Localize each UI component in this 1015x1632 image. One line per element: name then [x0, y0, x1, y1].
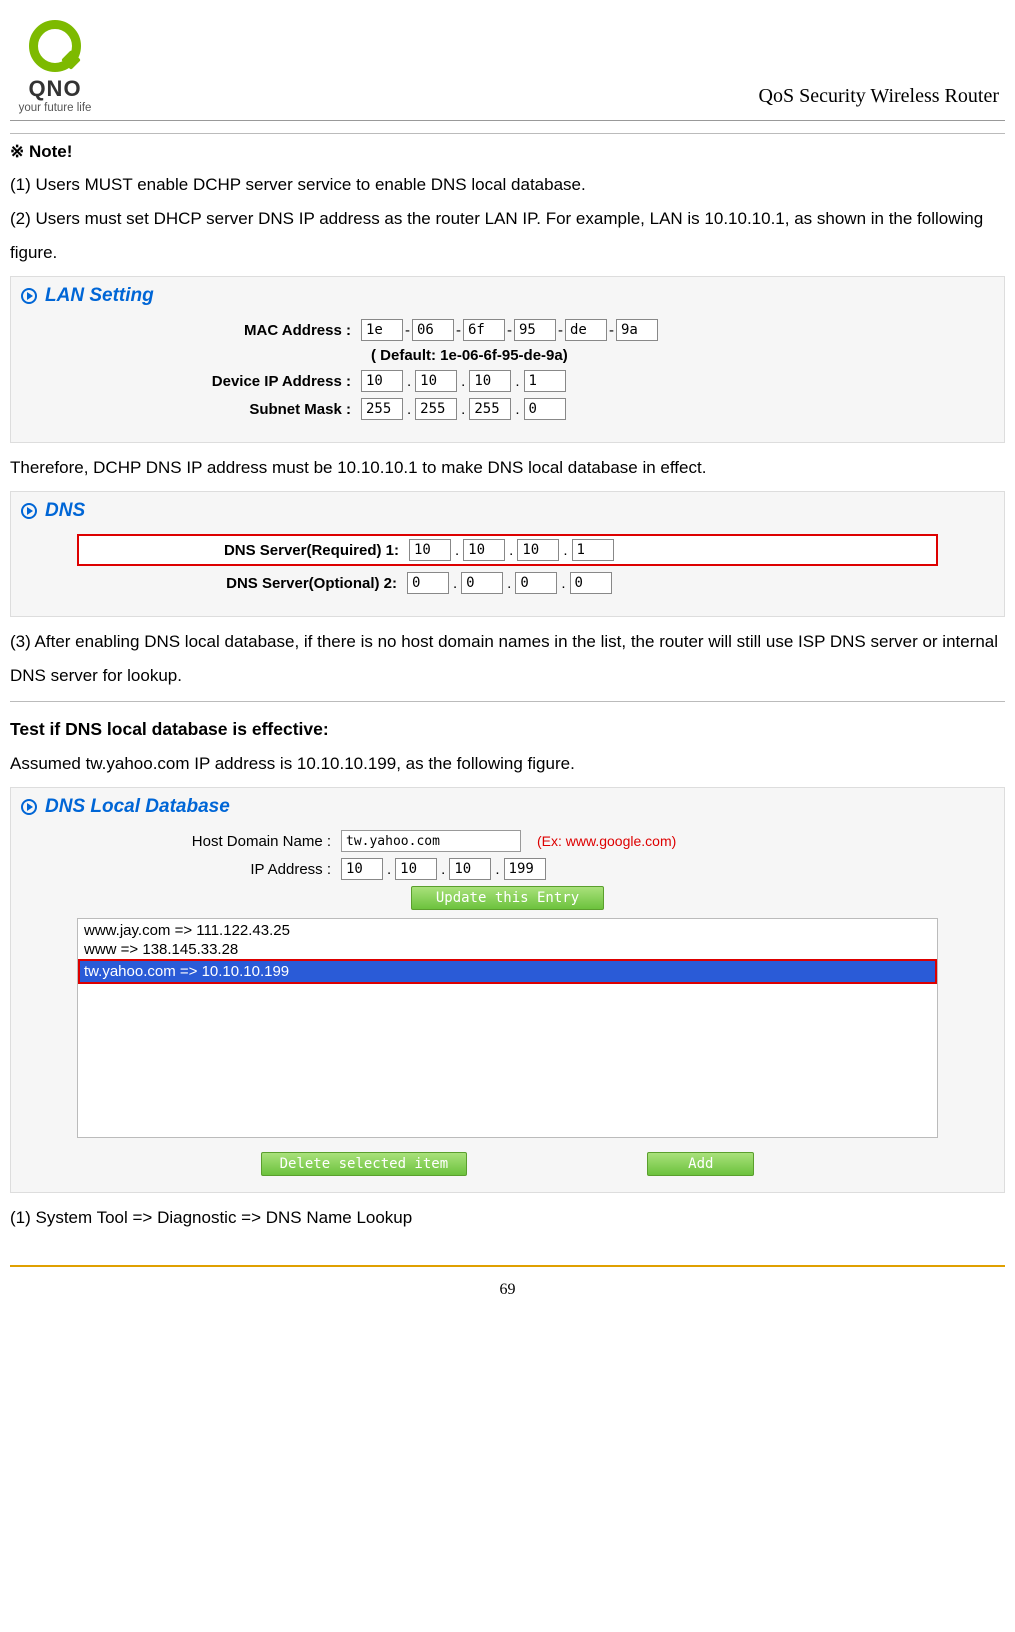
mac-3[interactable]	[514, 319, 556, 341]
list-item[interactable]: www.jay.com => 111.122.43.25	[80, 921, 935, 940]
dns-req-0[interactable]	[409, 539, 451, 561]
dns-optional-row: DNS Server(Optional) 2: . . .	[77, 572, 994, 594]
mask-1[interactable]	[415, 398, 457, 420]
mac-0[interactable]	[361, 319, 403, 341]
separator	[10, 133, 1005, 134]
mask-2[interactable]	[469, 398, 511, 420]
logo-q-icon	[29, 20, 81, 72]
dns-panel-title: DNS	[21, 500, 994, 522]
dns-opt-2[interactable]	[515, 572, 557, 594]
mac-2[interactable]	[463, 319, 505, 341]
mac-4[interactable]	[565, 319, 607, 341]
paragraph-2: (2) Users must set DHCP server DNS IP ad…	[10, 202, 1005, 270]
brand: QNO	[28, 76, 81, 102]
paragraph-1: (1) Users MUST enable DCHP server servic…	[10, 168, 1005, 202]
dns-opt-0[interactable]	[407, 572, 449, 594]
update-entry-button[interactable]: Update this Entry	[411, 886, 604, 910]
page-number: 69	[500, 1281, 516, 1298]
dns-req-3[interactable]	[572, 539, 614, 561]
note-heading: ※ Note!	[10, 142, 1005, 162]
dns-db-title-text: DNS Local Database	[45, 796, 230, 818]
test-heading: Test if DNS local database is effective:	[10, 712, 1005, 747]
mask-0[interactable]	[361, 398, 403, 420]
paragraph-6: (1) System Tool => Diagnostic => DNS Nam…	[10, 1201, 1005, 1235]
chevron-right-icon	[21, 288, 37, 304]
mac-5[interactable]	[616, 319, 658, 341]
dns-title-text: DNS	[45, 500, 85, 522]
paragraph-5: Assumed tw.yahoo.com IP address is 10.10…	[10, 747, 1005, 781]
mac-label: MAC Address :	[21, 322, 361, 339]
ip-1[interactable]	[415, 370, 457, 392]
dns-opt-3[interactable]	[570, 572, 612, 594]
paragraph-4: (3) After enabling DNS local database, i…	[10, 625, 1005, 693]
logo: QNO your future life	[10, 20, 100, 114]
mac-1[interactable]	[412, 319, 454, 341]
page-footer: 69	[10, 1265, 1005, 1299]
dns-opt-label: DNS Server(Optional) 2:	[77, 575, 407, 592]
device-ip-row: Device IP Address : . . .	[21, 370, 994, 392]
subnet-row: Subnet Mask : . . .	[21, 398, 994, 420]
entries-listbox[interactable]: www.jay.com => 111.122.43.25 www => 138.…	[77, 918, 938, 1138]
mac-default: ( Default: 1e-06-6f-95-de-9a)	[371, 347, 994, 364]
list-item[interactable]: www => 138.145.33.28	[80, 940, 935, 959]
dns-db-panel: DNS Local Database Host Domain Name : (E…	[10, 787, 1005, 1193]
db-ip-1[interactable]	[395, 858, 437, 880]
db-ip-label: IP Address :	[21, 861, 341, 878]
delete-button[interactable]: Delete selected item	[261, 1152, 468, 1176]
dns-req-label: DNS Server(Required) 1:	[79, 542, 409, 559]
add-button[interactable]: Add	[647, 1152, 754, 1176]
lan-panel-title: LAN Setting	[21, 285, 994, 307]
host-row: Host Domain Name : (Ex: www.google.com)	[21, 830, 994, 852]
dns-opt-1[interactable]	[461, 572, 503, 594]
chevron-right-icon	[21, 503, 37, 519]
dns-req-2[interactable]	[517, 539, 559, 561]
host-input[interactable]	[341, 830, 521, 852]
host-example: (Ex: www.google.com)	[521, 833, 676, 849]
dns-db-title: DNS Local Database	[21, 796, 994, 818]
db-ip-3[interactable]	[504, 858, 546, 880]
ip-0[interactable]	[361, 370, 403, 392]
paragraph-3: Therefore, DCHP DNS IP address must be 1…	[10, 451, 1005, 485]
device-ip-label: Device IP Address :	[21, 373, 361, 390]
db-ip-2[interactable]	[449, 858, 491, 880]
subnet-label: Subnet Mask :	[21, 401, 361, 418]
page-header: QNO your future life QoS Security Wirele…	[10, 20, 1005, 121]
tagline: your future life	[19, 102, 92, 114]
dns-required-row: DNS Server(Required) 1: . . .	[77, 534, 938, 566]
host-label: Host Domain Name :	[21, 833, 341, 850]
doc-title: QoS Security Wireless Router	[759, 85, 1005, 114]
lan-title-text: LAN Setting	[45, 285, 154, 307]
db-ip-0[interactable]	[341, 858, 383, 880]
ip-2[interactable]	[469, 370, 511, 392]
separator-2	[10, 701, 1005, 702]
dns-panel: DNS DNS Server(Required) 1: . . . DNS Se…	[10, 491, 1005, 617]
mac-row: MAC Address : - - - - -	[21, 319, 994, 341]
dns-req-1[interactable]	[463, 539, 505, 561]
button-row: Delete selected item Add	[21, 1152, 994, 1176]
lan-panel: LAN Setting MAC Address : - - - - - ( De…	[10, 276, 1005, 443]
ip-row: IP Address : . . .	[21, 858, 994, 880]
list-item-selected[interactable]: tw.yahoo.com => 10.10.10.199	[78, 959, 937, 984]
chevron-right-icon	[21, 799, 37, 815]
ip-3[interactable]	[524, 370, 566, 392]
mask-3[interactable]	[524, 398, 566, 420]
